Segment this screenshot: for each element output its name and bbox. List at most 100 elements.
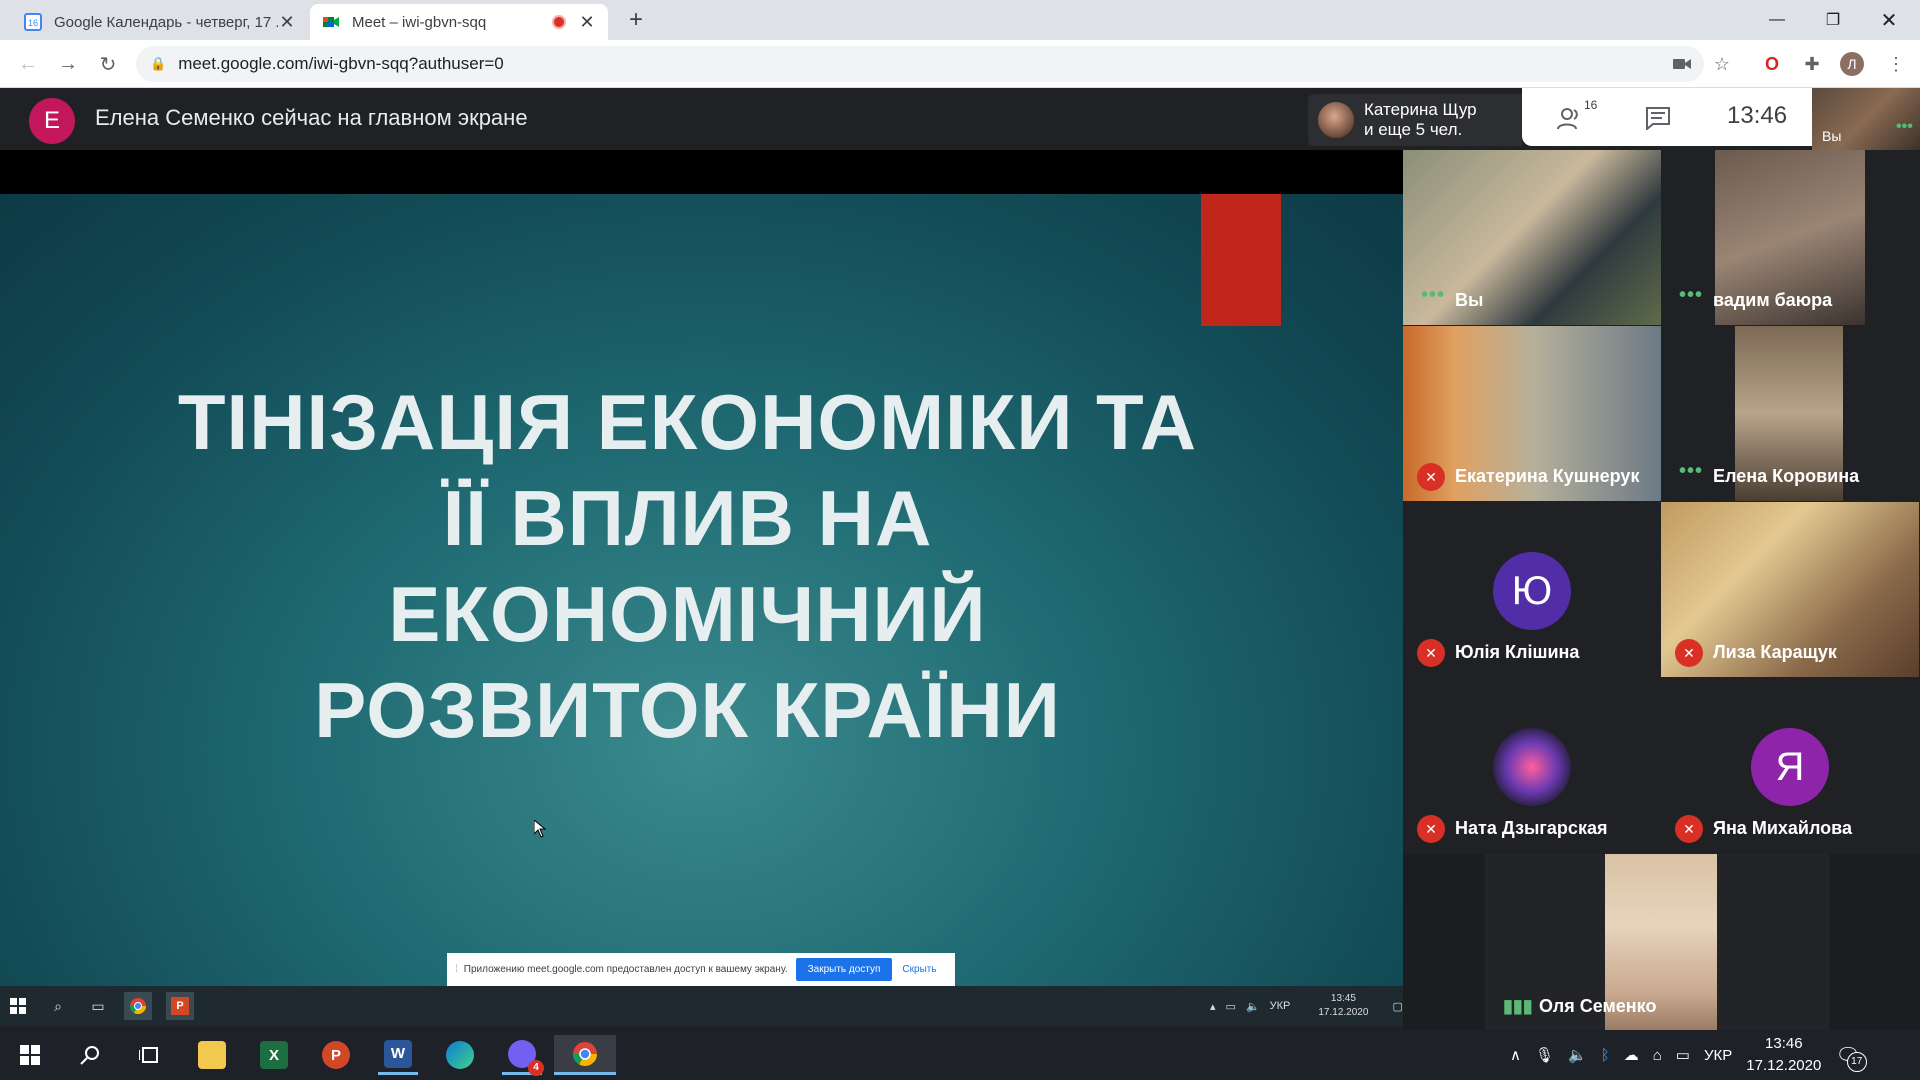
slide-title-line: ЇЇ ВПЛИВ НА bbox=[442, 474, 933, 562]
tab-title: Google Календарь - четверг, 17 ... bbox=[54, 13, 278, 31]
participant-name: Лиза Каращук bbox=[1713, 642, 1837, 662]
shared-screen-tray: ▴ ▭ 🔈 УКР 13:45 17.12.2020 ▢ bbox=[1210, 986, 1403, 1026]
address-bar[interactable]: 🔒 meet.google.com/iwi-gbvn-sqq?authuser=… bbox=[136, 46, 1704, 82]
mic-off-icon: ✕ bbox=[1675, 639, 1703, 667]
viber-icon[interactable]: 4 bbox=[502, 1035, 544, 1076]
tab-google-calendar[interactable]: 16 Google Календарь - четверг, 17 ... ✕ bbox=[12, 4, 308, 40]
extensions-icon[interactable]: ✚ bbox=[1796, 48, 1828, 80]
presentation-banner: Елена Семенко сейчас на главном экране bbox=[95, 105, 528, 130]
network-icon: ▭ bbox=[1225, 1000, 1236, 1013]
search-icon: ⌕ bbox=[54, 997, 62, 1014]
inner-lang: УКР bbox=[1269, 1000, 1291, 1012]
presenter-avatar: E bbox=[29, 98, 75, 144]
participant-name: Ната Дзыгарская bbox=[1455, 818, 1608, 838]
edge-icon[interactable] bbox=[440, 1035, 480, 1075]
notification-icon: ▢ bbox=[1392, 1000, 1403, 1013]
slide-title: ТІНІЗАЦІЯ ЕКОНОМІКИ ТА ЇЇ ВПЛИВ НА ЕКОНО… bbox=[120, 374, 1255, 758]
participant-tile[interactable]: ✕ Лиза Каращук bbox=[1661, 502, 1919, 677]
inner-time: 13:45 bbox=[1330, 993, 1356, 1004]
screen-share-notice: ⁞ Приложению meet.google.com предоставле… bbox=[447, 953, 955, 986]
system-clock[interactable]: 13:46 17.12.2020 bbox=[1746, 1033, 1821, 1077]
shared-screen-taskbar: ⌕ ▭ P ▴ ▭ 🔈 УКР 13:45 17.12.2020 ▢ bbox=[0, 986, 1403, 1026]
network-icon[interactable]: ⌂ bbox=[1653, 1047, 1662, 1064]
action-center-icon[interactable]: 🗨 17 bbox=[1835, 1043, 1867, 1072]
task-view-icon: ▭ bbox=[91, 997, 105, 1014]
participant-tile[interactable]: ▮▮▮ Оля Семенко bbox=[1403, 854, 1920, 1030]
bluetooth-icon[interactable]: ᛒ bbox=[1601, 1047, 1610, 1064]
tray-overflow-icon[interactable]: ∧ bbox=[1510, 1046, 1521, 1064]
camera-icon[interactable] bbox=[1666, 48, 1698, 80]
participant-tile[interactable]: ••• вадим баюра bbox=[1661, 150, 1919, 325]
self-label: Вы bbox=[1822, 128, 1842, 144]
participant-tile[interactable]: ••• Вы bbox=[1403, 150, 1661, 325]
close-tab-icon[interactable]: ✕ bbox=[578, 12, 596, 33]
search-icon[interactable] bbox=[70, 1035, 110, 1075]
lock-icon: 🔒 bbox=[150, 56, 167, 71]
chat-icon[interactable] bbox=[1640, 100, 1676, 136]
menu-icon[interactable]: ⋮ bbox=[1880, 48, 1912, 80]
participant-tile[interactable]: Я ✕ Яна Михайлова bbox=[1661, 678, 1919, 853]
browser-tab-strip: 16 Google Календарь - четверг, 17 ... ✕ … bbox=[0, 0, 1920, 40]
volume-icon[interactable]: 🔈 bbox=[1568, 1046, 1587, 1064]
back-button[interactable]: ← bbox=[12, 48, 44, 80]
participant-name: вадим баюра bbox=[1713, 290, 1833, 310]
participant-tile[interactable]: ✕ Екатерина Кушнерук bbox=[1403, 326, 1661, 501]
participant-tile[interactable]: ✕ Ната Дзыгарская bbox=[1403, 678, 1661, 853]
word-icon[interactable]: W bbox=[378, 1035, 418, 1075]
self-view-thumbnail[interactable]: Вы ••• bbox=[1812, 88, 1920, 150]
task-view-icon[interactable] bbox=[130, 1035, 170, 1075]
participant-name: Оля Семенко bbox=[1539, 996, 1657, 1016]
excel-icon[interactable]: X bbox=[254, 1035, 294, 1075]
microphone-icon[interactable]: 🎙 bbox=[1535, 1046, 1554, 1064]
file-explorer-icon[interactable] bbox=[192, 1035, 232, 1075]
audio-dots-icon: ••• bbox=[1679, 284, 1704, 306]
new-tab-button[interactable]: + bbox=[622, 6, 650, 34]
browser-toolbar: ← → ↻ 🔒 meet.google.com/iwi-gbvn-sqq?aut… bbox=[0, 40, 1920, 88]
forward-button[interactable]: → bbox=[52, 48, 84, 80]
reload-button[interactable]: ↻ bbox=[92, 48, 124, 80]
system-time: 13:46 bbox=[1765, 1035, 1803, 1052]
inner-date: 17.12.2020 bbox=[1318, 1007, 1369, 1018]
participant-name: Яна Михайлова bbox=[1713, 818, 1852, 838]
participant-tile[interactable]: ••• Елена Коровина bbox=[1661, 326, 1919, 501]
participants-icon[interactable]: 16 bbox=[1554, 98, 1597, 136]
system-tray: ∧ 🎙 🔈 ᛒ ☁ ⌂ ▭ УКР 13:46 17.12.2020 🗨 17 bbox=[1510, 1030, 1867, 1080]
mic-off-icon: ✕ bbox=[1417, 463, 1445, 491]
presentation-stage: ТІНІЗАЦІЯ ЕКОНОМІКИ ТА ЇЇ ВПЛИВ НА ЕКОНО… bbox=[0, 150, 1403, 986]
drag-handle-icon[interactable]: ⁞ bbox=[455, 964, 458, 975]
language-indicator[interactable]: УКР bbox=[1704, 1047, 1732, 1064]
share-notice-text: Приложению meet.google.com предоставлен … bbox=[463, 964, 788, 975]
opera-extension-icon[interactable]: O bbox=[1756, 48, 1788, 80]
meet-header: E Елена Семенко сейчас на главном экране… bbox=[0, 88, 1920, 150]
close-tab-icon[interactable]: ✕ bbox=[278, 12, 296, 33]
joiner-avatar bbox=[1318, 102, 1354, 138]
svg-text:16: 16 bbox=[28, 18, 38, 28]
participant-tile[interactable]: Ю ✕ Юлія Клішина bbox=[1403, 502, 1661, 677]
start-button[interactable] bbox=[10, 1035, 50, 1075]
bookmark-star-icon[interactable]: ☆ bbox=[1706, 48, 1738, 80]
notification-count: 17 bbox=[1846, 1051, 1867, 1072]
powerpoint-icon[interactable]: P bbox=[316, 1035, 356, 1075]
audio-dots-icon: ••• bbox=[1896, 118, 1913, 135]
chrome-icon[interactable] bbox=[554, 1035, 616, 1075]
slide-title-line: ЕКОНОМІЧНИЙ bbox=[388, 570, 987, 658]
hide-notice-button[interactable]: Скрыть bbox=[902, 964, 936, 975]
participant-name: Вы bbox=[1455, 290, 1484, 310]
presentation-slide: ТІНІЗАЦІЯ ЕКОНОМІКИ ТА ЇЇ ВПЛИВ НА ЕКОНО… bbox=[0, 194, 1403, 986]
joiner-notification[interactable]: Катерина Щур и еще 5 чел. bbox=[1308, 94, 1522, 146]
profile-avatar[interactable]: Л bbox=[1840, 52, 1864, 76]
close-window-button[interactable]: ✕ bbox=[1866, 0, 1912, 40]
battery-icon[interactable]: ▭ bbox=[1676, 1046, 1690, 1064]
participant-name: Елена Коровина bbox=[1713, 466, 1860, 486]
minimize-button[interactable]: — bbox=[1754, 0, 1800, 40]
participant-name: Екатерина Кушнерук bbox=[1455, 466, 1640, 486]
meet-icon bbox=[322, 13, 340, 31]
participant-name: Юлія Клішина bbox=[1455, 642, 1580, 662]
restore-button[interactable]: ❐ bbox=[1810, 0, 1856, 40]
stop-sharing-button[interactable]: Закрыть доступ bbox=[795, 958, 893, 981]
tab-meet[interactable]: Meet – iwi-gbvn-sqq ✕ bbox=[310, 4, 608, 40]
slide-title-line: ТІНІЗАЦІЯ ЕКОНОМІКИ ТА bbox=[177, 378, 1198, 466]
powerpoint-icon: P bbox=[166, 992, 194, 1020]
onedrive-icon[interactable]: ☁ bbox=[1624, 1046, 1639, 1064]
joiner-name: Катерина Щур bbox=[1364, 100, 1477, 119]
